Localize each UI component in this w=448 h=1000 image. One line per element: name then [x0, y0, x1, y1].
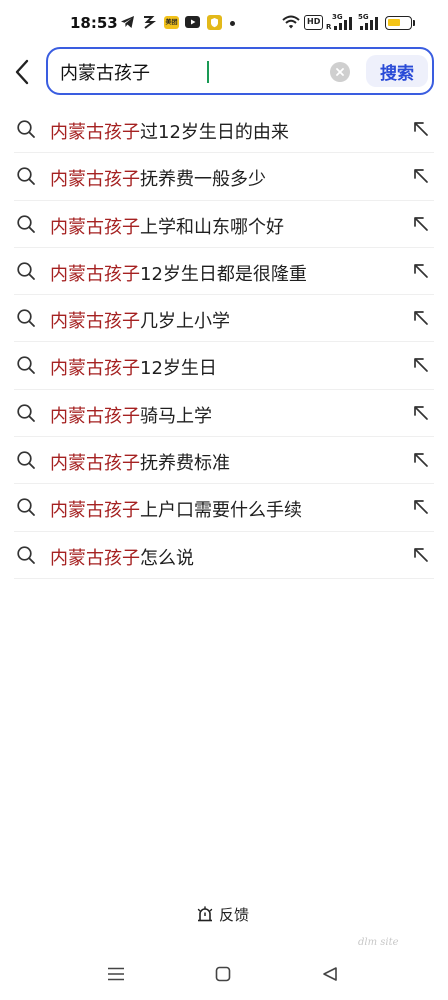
suggestion-keyword: 内蒙古孩子 [50, 122, 140, 143]
suggestion-item[interactable]: 内蒙古孩子抚养费一般多少 [14, 153, 434, 201]
suggestion-item[interactable]: 内蒙古孩子几岁上小学 [14, 295, 434, 343]
battery-tip [413, 20, 415, 26]
menu-icon [108, 967, 124, 981]
fill-query-arrow-icon[interactable] [410, 354, 432, 376]
suggestion-keyword: 内蒙古孩子 [50, 405, 140, 427]
suggestion-item[interactable]: 内蒙古孩子12岁生日都是很隆重 [14, 248, 434, 296]
battery-level [388, 19, 400, 26]
home-square-icon [215, 966, 231, 982]
suggestion-keyword: 内蒙古孩子 [50, 263, 140, 285]
meituan-label: 美团 [165, 19, 178, 26]
suggestion-rest: 过12岁生日的由来 [140, 122, 289, 143]
suggestion-keyword: 内蒙古孩子 [50, 500, 140, 522]
search-box: 搜索 [46, 47, 434, 95]
clear-button[interactable] [330, 62, 350, 82]
fill-query-arrow-icon[interactable] [410, 165, 432, 187]
suggestion-text: 内蒙古孩子骑马上学 [50, 402, 212, 428]
fill-query-arrow-icon[interactable] [410, 544, 432, 566]
status-time: 18:53 [70, 14, 118, 32]
meituan-icon: 美团 [164, 16, 179, 29]
search-icon [17, 309, 35, 328]
fill-query-arrow-icon[interactable] [410, 118, 432, 140]
navigation-bar [0, 952, 448, 1000]
feedback-label: 反馈 [219, 905, 250, 924]
fill-query-arrow-icon[interactable] [410, 496, 432, 518]
suggestion-rest: 12岁生日 [140, 358, 217, 380]
signal-1-icon [334, 17, 352, 30]
chevron-left-icon [15, 59, 29, 85]
suggestion-text: 内蒙古孩子抚养费一般多少 [50, 165, 266, 191]
search-input[interactable] [60, 59, 320, 85]
suggestion-item[interactable]: 内蒙古孩子上户口需要什么手续 [14, 484, 434, 532]
battery-icon [385, 16, 412, 30]
watermark: dlm site [358, 937, 399, 948]
suggestion-rest: 几岁上小学 [140, 311, 230, 333]
suggestion-rest: 上学和山东哪个好 [140, 216, 284, 238]
search-icon [17, 404, 35, 422]
shield-app-icon [207, 15, 222, 30]
menu-button[interactable] [102, 962, 130, 986]
suggestion-text: 内蒙古孩子怎么说 [50, 544, 194, 570]
fill-query-arrow-icon[interactable] [410, 402, 432, 424]
suggestion-rest: 12岁生日都是很隆重 [140, 263, 307, 285]
status-bar: 18:53 美团 HD 3G R 5G [0, 0, 448, 44]
app-icon [144, 16, 156, 29]
suggestion-text: 内蒙古孩子12岁生日都是很隆重 [50, 260, 307, 286]
suggestion-item[interactable]: 内蒙古孩子骑马上学 [14, 390, 434, 438]
suggestion-keyword: 内蒙古孩子 [50, 311, 140, 333]
nav-back-button[interactable] [316, 962, 344, 986]
search-icon [17, 546, 35, 564]
suggestion-text: 内蒙古孩子12岁生日 [50, 354, 217, 380]
search-icon [17, 451, 35, 469]
signal-2-icon [360, 17, 378, 30]
suggestion-text: 内蒙古孩子抚养费标准 [50, 449, 230, 475]
suggestion-rest: 怎么说 [140, 547, 194, 569]
youtube-icon [185, 16, 200, 28]
wifi-icon [282, 15, 300, 29]
suggestion-rest: 骑马上学 [140, 405, 212, 427]
suggestion-keyword: 内蒙古孩子 [50, 216, 140, 238]
home-button[interactable] [209, 962, 237, 986]
network-1-roaming: R [326, 23, 332, 31]
search-button[interactable]: 搜索 [366, 55, 428, 87]
suggestion-text: 内蒙古孩子过12岁生日的由来 [50, 118, 289, 144]
suggestion-rest: 抚养费标准 [140, 453, 230, 475]
suggestion-item[interactable]: 内蒙古孩子12岁生日 [14, 342, 434, 390]
search-icon [17, 214, 35, 233]
search-icon [17, 262, 35, 280]
telegram-icon [121, 16, 134, 28]
notification-dot [230, 21, 235, 26]
feedback-button[interactable]: 反馈 [196, 902, 249, 926]
back-triangle-icon [323, 967, 337, 981]
suggestion-list: 内蒙古孩子过12岁生日的由来 内蒙古孩子抚养费一般多少 内蒙古孩子上学和山东哪个好内… [0, 106, 448, 579]
fill-query-arrow-icon[interactable] [410, 213, 432, 235]
search-icon [17, 356, 35, 375]
suggestion-keyword: 内蒙古孩子 [50, 358, 140, 380]
suggestion-keyword: 内蒙古孩子 [50, 547, 140, 569]
suggestion-item[interactable]: 内蒙古孩子上学和山东哪个好 [14, 201, 434, 248]
fill-query-arrow-icon[interactable] [410, 307, 432, 329]
hd-badge: HD [304, 15, 324, 30]
suggestion-item[interactable]: 内蒙古孩子怎么说 [14, 532, 434, 579]
close-icon [336, 68, 344, 76]
fill-query-arrow-icon[interactable] [410, 449, 432, 471]
suggestion-item[interactable]: 内蒙古孩子抚养费标准 [14, 437, 434, 485]
search-icon [17, 498, 35, 517]
suggestion-keyword: 内蒙古孩子 [50, 453, 140, 475]
feedback-icon [197, 906, 213, 922]
text-cursor [207, 61, 209, 83]
suggestion-rest: 上户口需要什么手续 [140, 500, 302, 522]
suggestion-keyword: 内蒙古孩子 [50, 169, 140, 191]
search-icon [17, 120, 35, 138]
search-icon [17, 167, 35, 186]
back-button[interactable] [8, 52, 36, 92]
suggestion-text: 内蒙古孩子上户口需要什么手续 [50, 496, 302, 522]
suggestion-rest: 抚养费一般多少 [140, 169, 266, 191]
fill-query-arrow-icon[interactable] [410, 260, 432, 282]
suggestion-item[interactable]: 内蒙古孩子过12岁生日的由来 [14, 106, 434, 154]
suggestion-text: 内蒙古孩子几岁上小学 [50, 307, 230, 333]
suggestion-text: 内蒙古孩子上学和山东哪个好 [50, 213, 284, 239]
